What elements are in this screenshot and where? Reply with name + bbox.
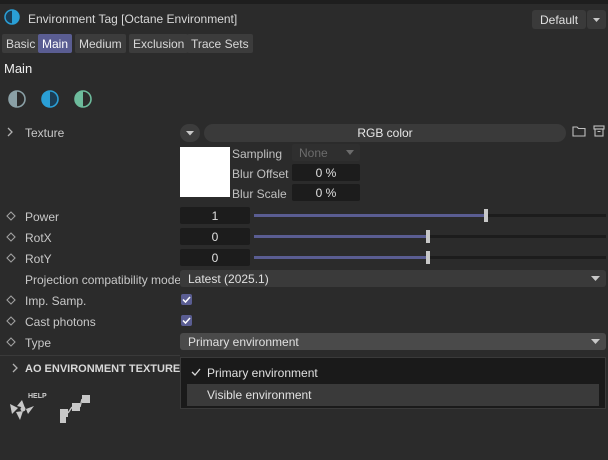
menu-item-label: Primary environment [207,366,318,380]
roty-slider-track[interactable] [430,256,606,259]
blur-offset-label: Blur Offset [232,167,289,181]
type-value: Primary environment [188,335,299,349]
chevron-down-icon [591,339,600,344]
ao-section-header[interactable]: AO ENVIRONMENT TEXTURE [25,363,180,375]
sampling-dropdown[interactable]: None [292,144,360,161]
rotx-slider-fill[interactable] [254,235,428,238]
blur-scale-label: Blur Scale [232,187,287,201]
preset-dropdown[interactable]: Default [532,10,586,29]
blur-offset-field[interactable]: 0 % [292,164,360,181]
window-top-strip [0,0,608,4]
keyframe-diamond-icon[interactable] [6,316,16,326]
rotx-field[interactable]: 0 [180,228,250,245]
power-label: Power [25,210,60,224]
archive-icon[interactable] [593,125,605,137]
cast-photons-checkbox[interactable] [181,315,192,326]
menu-item-primary-environment[interactable]: Primary environment [187,362,599,384]
octane-environment-icon [4,9,20,25]
section-divider [0,355,180,356]
projection-label: Projection compatibility mode [25,273,182,287]
power-field[interactable]: 1 [180,207,250,224]
type-dropdown[interactable]: Primary environment [180,333,606,350]
sampling-value: None [299,146,328,160]
rotx-slider-track[interactable] [430,235,606,238]
tab-basic[interactable]: Basic [2,34,40,53]
projection-dropdown[interactable]: Latest (2025.1) [180,270,606,287]
keyframe-diamond-icon[interactable] [6,232,16,242]
chevron-down-icon [346,150,354,155]
menu-item-label: Visible environment [207,388,312,402]
blur-scale-field[interactable]: 0 % [292,184,360,201]
projection-value: Latest (2025.1) [188,272,269,286]
roty-label: RotY [25,252,52,266]
power-slider-track[interactable] [488,214,606,217]
half-circle-icon-gray[interactable] [7,89,27,109]
roty-slider-handle[interactable] [426,251,430,264]
expand-chevron-icon[interactable] [11,363,19,373]
tab-exclusion[interactable]: Exclusion [129,34,189,53]
help-label: HELP [28,393,47,400]
window-title: Environment Tag [Octane Environment] [28,12,238,26]
checkmark-icon [182,296,191,304]
type-dropdown-menu: Primary environment Visible environment [180,357,606,409]
cast-photons-label: Cast photons [25,315,96,329]
checkmark-icon [191,368,201,376]
menu-item-visible-environment[interactable]: Visible environment [187,384,599,406]
tab-main[interactable]: Main [38,34,73,53]
section-title: Main [4,61,33,76]
imp-samp-checkbox[interactable] [181,294,192,305]
texture-shader-button[interactable]: RGB color [204,124,566,142]
preset-dropdown-arrow[interactable] [587,10,606,29]
texture-label: Texture [25,126,65,140]
checkmark-icon [182,317,191,325]
imp-samp-label: Imp. Samp. [25,294,87,308]
type-label: Type [25,336,52,350]
roty-field[interactable]: 0 [180,249,250,266]
keyframe-diamond-icon[interactable] [6,295,16,305]
keyframe-diamond-icon[interactable] [6,211,16,221]
roty-slider-fill[interactable] [254,256,428,259]
tab-medium[interactable]: Medium [75,34,126,53]
keyframe-diamond-icon[interactable] [6,337,16,347]
rotx-slider-handle[interactable] [426,230,430,243]
node-editor-icon[interactable] [58,393,92,425]
rotx-label: RotX [25,231,52,245]
texture-menu-button[interactable] [180,124,200,142]
folder-icon[interactable] [572,125,586,137]
tab-trace-sets[interactable]: Trace Sets [187,34,253,53]
chevron-down-icon [591,276,600,281]
texture-color-swatch[interactable] [180,147,230,197]
power-slider-fill[interactable] [254,214,486,217]
power-slider-handle[interactable] [484,209,488,222]
keyframe-diamond-icon[interactable] [6,253,16,263]
half-circle-icon-green[interactable] [73,89,93,109]
half-circle-icon-blue[interactable] [40,89,60,109]
expand-chevron-icon[interactable] [6,127,14,137]
sampling-label: Sampling [232,147,283,161]
